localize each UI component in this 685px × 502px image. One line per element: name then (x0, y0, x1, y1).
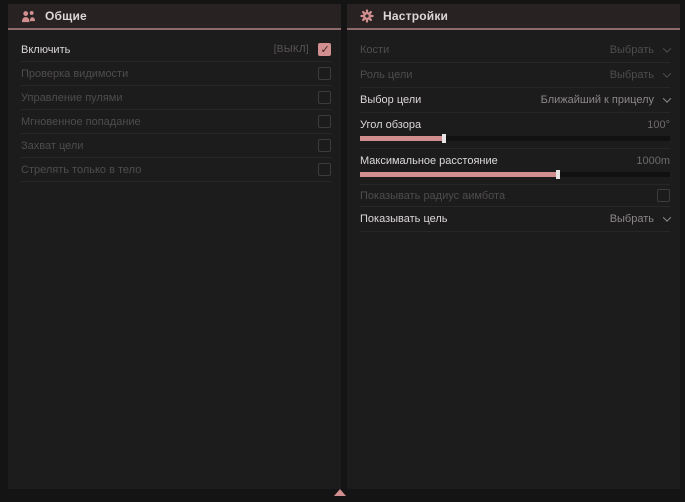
enable-checkbox[interactable] (318, 43, 331, 56)
setting-row-target-lock[interactable]: Захват цели (21, 134, 331, 158)
slider-fill (360, 172, 558, 177)
max-distance-value: 1000m (636, 155, 670, 167)
instant-hit-checkbox[interactable] (318, 115, 331, 128)
setting-label: Максимальное расстояние (360, 155, 498, 167)
users-icon (21, 10, 36, 23)
keybind-tag: [ВЫКЛ] (274, 44, 309, 55)
setting-label: Кости (360, 44, 389, 56)
general-panel-title: Общие (45, 9, 87, 23)
target-role-dropdown[interactable]: Выбрать (610, 69, 670, 81)
setting-label: Мгновенное попадание (21, 116, 141, 128)
setting-row-instant-hit[interactable]: Мгновенное попадание (21, 110, 331, 134)
setting-row-target-role: Роль цели Выбрать (360, 63, 670, 88)
setting-row-fov: Угол обзора 100° (360, 113, 670, 149)
setting-label: Стрелять только в тело (21, 164, 141, 176)
slider-fill (360, 136, 444, 141)
triangle-up-icon[interactable] (334, 489, 346, 496)
setting-label: Показывать цель (360, 213, 448, 225)
chevron-down-icon (663, 213, 671, 221)
setting-row-enable[interactable]: Включить [ВЫКЛ] (21, 38, 331, 62)
show-target-dropdown[interactable]: Выбрать (610, 213, 670, 225)
slider-handle[interactable] (556, 170, 560, 179)
fov-slider[interactable] (360, 136, 670, 141)
setting-label: Включить (21, 44, 70, 56)
setting-label: Угол обзора (360, 119, 421, 131)
settings-panel-title: Настройки (383, 9, 448, 23)
settings-panel: Настройки Кости Выбрать Роль цели Выбрат… (347, 4, 680, 489)
dropdown-value: Выбрать (610, 44, 654, 56)
setting-row-body-only[interactable]: Стрелять только в тело (21, 158, 331, 182)
setting-row-max-distance: Максимальное расстояние 1000m (360, 149, 670, 185)
slider-header: Угол обзора 100° (360, 116, 670, 133)
slider-handle[interactable] (442, 134, 446, 143)
setting-row-target-selection: Выбор цели Ближайший к прицелу (360, 88, 670, 113)
general-panel: Общие Включить [ВЫКЛ] Проверка видимости… (8, 4, 341, 489)
setting-row-bones: Кости Выбрать (360, 38, 670, 63)
dropdown-value: Ближайший к прицелу (541, 94, 654, 106)
dropdown-value: Выбрать (610, 69, 654, 81)
gear-icon (360, 9, 374, 23)
setting-row-show-target: Показывать цель Выбрать (360, 207, 670, 232)
setting-control-group: [ВЫКЛ] (274, 43, 331, 56)
target-lock-checkbox[interactable] (318, 139, 331, 152)
max-distance-slider[interactable] (360, 172, 670, 177)
setting-row-bullet-control[interactable]: Управление пулями (21, 86, 331, 110)
bones-dropdown[interactable]: Выбрать (610, 44, 670, 56)
setting-row-show-aimbot-radius[interactable]: Показывать радиус аимбота (360, 185, 670, 207)
setting-label: Показывать радиус аимбота (360, 190, 505, 202)
setting-label: Управление пулями (21, 92, 123, 104)
setting-label: Проверка видимости (21, 68, 128, 80)
settings-panel-header: Настройки (347, 4, 680, 30)
general-panel-header: Общие (8, 4, 341, 30)
chevron-down-icon (663, 94, 671, 102)
setting-label: Захват цели (21, 140, 83, 152)
visibility-check-checkbox[interactable] (318, 67, 331, 80)
chevron-down-icon (663, 69, 671, 77)
setting-label: Роль цели (360, 69, 412, 81)
target-selection-dropdown[interactable]: Ближайший к прицелу (541, 94, 670, 106)
show-aimbot-radius-checkbox[interactable] (657, 189, 670, 202)
dropdown-value: Выбрать (610, 213, 654, 225)
general-rows: Включить [ВЫКЛ] Проверка видимости Управ… (8, 30, 341, 182)
setting-row-visibility-check[interactable]: Проверка видимости (21, 62, 331, 86)
body-only-checkbox[interactable] (318, 163, 331, 176)
chevron-down-icon (663, 44, 671, 52)
bullet-control-checkbox[interactable] (318, 91, 331, 104)
slider-header: Максимальное расстояние 1000m (360, 152, 670, 169)
settings-rows: Кости Выбрать Роль цели Выбрать Выбор це… (347, 30, 680, 232)
fov-value: 100° (647, 119, 670, 131)
setting-label: Выбор цели (360, 94, 421, 106)
